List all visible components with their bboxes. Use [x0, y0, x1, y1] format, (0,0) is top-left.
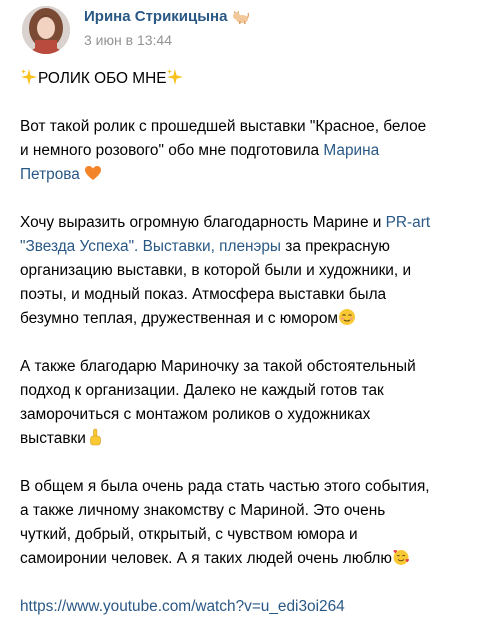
text-line: организацию выставки, в которой были и х…	[20, 262, 412, 279]
text-line: подход к организации. Далеко не каждый г…	[20, 382, 384, 399]
orange-heart-icon	[84, 164, 102, 182]
author-avatar[interactable]	[22, 6, 70, 54]
text-fragment: за прекрасную	[280, 238, 390, 255]
text-line: Вот такой ролик с прошедшей выставки "Кр…	[20, 118, 427, 135]
text-line: безумно теплая, дружественная и с юмором	[20, 307, 492, 331]
author-name-link[interactable]: Ирина Стрикицына	[84, 8, 227, 25]
text-line: Петрова	[20, 163, 492, 187]
post-text: РОЛИК ОБО МНЕ Вот такой ролик с прошедше…	[20, 67, 492, 619]
mention-link-marina[interactable]: Марина	[323, 142, 379, 159]
post-title: РОЛИК ОБО МНЕ	[38, 70, 167, 87]
mention-link-pr-art[interactable]: PR-art	[386, 214, 430, 231]
text-line: заморочиться с монтажом роликов о художн…	[20, 406, 371, 423]
text-line: "Звезда Успеха". Выставки, пленэры за пр…	[20, 235, 492, 259]
cat-icon	[232, 10, 250, 24]
wall-post: Ирина Стрикицына 3 июн в 13:44 РОЛИК ОБО…	[0, 0, 502, 623]
text-line: самоиронии человек. А я таких людей очен…	[20, 547, 492, 571]
author-name: Ирина Стрикицына	[84, 8, 250, 25]
text-line: а также личному знакомству с Мариной. Эт…	[20, 502, 386, 519]
text-line: выставки	[20, 427, 492, 451]
text-fragment: самоиронии человек. А я таких людей очен…	[20, 550, 392, 567]
sparkles-icon	[20, 68, 38, 86]
text-line: чуткий, добрый, открытый, с чувством юмо…	[20, 526, 358, 543]
text-line: А также благодарю Мариночку за такой обс…	[20, 358, 416, 375]
text-line: поэты, и модный показ. Атмосфера выставк…	[20, 286, 387, 303]
mention-link-marina[interactable]: Петрова	[20, 166, 80, 183]
post-timestamp[interactable]: 3 июн в 13:44	[84, 32, 172, 48]
mention-link-pr-art[interactable]: "Звезда Успеха". Выставки, пленэры	[20, 238, 281, 255]
text-fragment: безумно теплая, дружественная и с юмором	[20, 310, 339, 327]
text-fragment: Хочу выразить огромную благодарность Мар…	[20, 214, 386, 231]
point-up-icon	[86, 428, 104, 446]
text-line: https://www.youtube.com/watch?v=u_edi3oi…	[20, 595, 492, 619]
text-fragment: и немного розового" обо мне подготовила	[20, 142, 324, 159]
text-line: и немного розового" обо мне подготовила …	[20, 139, 492, 163]
text-fragment: выставки	[20, 430, 86, 447]
smiling-face-with-hearts-icon	[392, 548, 410, 566]
text-line: В общем я была очень рада стать частью э…	[20, 478, 430, 495]
text-line: Хочу выразить огромную благодарность Мар…	[20, 211, 492, 235]
post-title-line: РОЛИК ОБО МНЕ	[20, 67, 492, 91]
sparkles-icon	[166, 68, 184, 86]
relieved-face-icon	[338, 308, 356, 326]
youtube-link[interactable]: https://www.youtube.com/watch?v=u_edi3oi…	[20, 598, 345, 615]
